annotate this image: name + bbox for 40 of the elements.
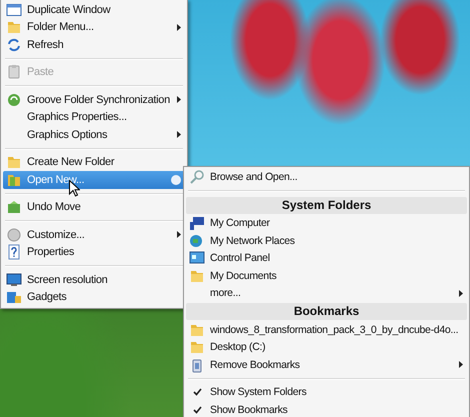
question-icon	[6, 244, 22, 260]
refresh-icon	[6, 36, 22, 53]
section-header: Bookmarks	[186, 303, 467, 320]
folder-icon	[189, 339, 205, 356]
globe-icon	[189, 232, 205, 249]
menu-item[interactable]: windows_8_transformation_pack_3_0_by_dncube-d4o...	[186, 321, 467, 338]
menu-item[interactable]: Graphics Properties...	[3, 108, 185, 126]
menu-item[interactable]: Control Panel	[186, 250, 467, 267]
menu-item[interactable]: Groove Folder Synchronization	[3, 91, 185, 108]
menu-item[interactable]: Undo Move	[3, 198, 185, 216]
menu-item[interactable]: Duplicate Window	[3, 1, 185, 18]
sync-icon	[6, 92, 22, 108]
search-icon	[189, 168, 205, 185]
menu-item[interactable]: Graphics Options	[3, 126, 185, 144]
menu-item[interactable]: Create New Folder	[3, 154, 185, 171]
circle-icon	[6, 226, 22, 243]
menu-item[interactable]: Screen resolution	[3, 271, 185, 288]
menu-item[interactable]: Properties	[3, 244, 185, 261]
menu-item[interactable]: My Network Places	[186, 232, 467, 250]
menu-item[interactable]: Refresh	[3, 36, 185, 54]
monitor-icon	[6, 272, 22, 288]
menu-item[interactable]: Gadgets	[3, 288, 185, 306]
folder-icon	[6, 154, 22, 170]
menu-item[interactable]: Browse and Open...	[186, 168, 467, 186]
menu-item[interactable]: My Documents	[186, 267, 467, 284]
box-icon	[6, 199, 22, 216]
folder-icon	[6, 19, 22, 36]
gadgets-icon	[6, 289, 22, 306]
control-panel-icon	[189, 250, 205, 266]
menu-item[interactable]: Show System Folders	[186, 384, 467, 401]
clipboard-icon	[6, 64, 22, 80]
menu-item[interactable]: Customize...	[3, 226, 185, 244]
menu-item[interactable]: Folder Menu...	[3, 18, 185, 36]
menu-item[interactable]: Show Bookmarks	[186, 401, 467, 417]
computer-icon	[189, 215, 205, 232]
menu-item[interactable]: Desktop (C:)	[186, 338, 467, 356]
menu-item[interactable]: Remove Bookmarks	[186, 356, 467, 374]
section-header: System Folders	[186, 196, 467, 214]
menu-item[interactable]: more...	[186, 284, 467, 302]
menu-item[interactable]: My Computer	[186, 214, 467, 232]
